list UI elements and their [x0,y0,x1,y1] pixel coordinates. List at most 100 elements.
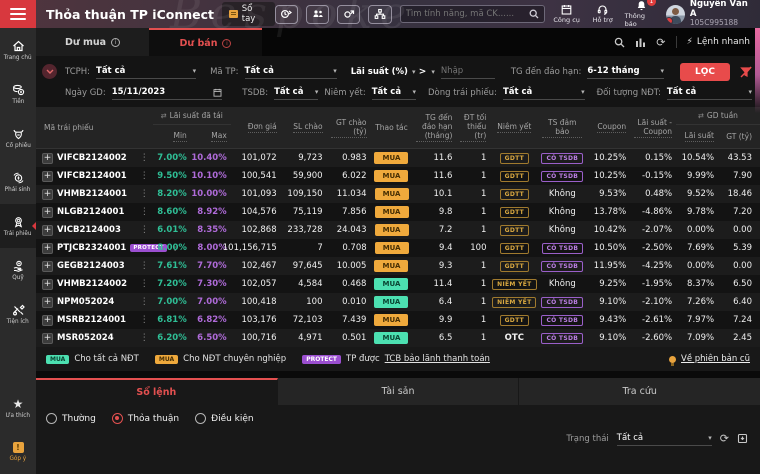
radio-thoa-thuan[interactable]: Thỏa thuận [111,413,179,424]
expand-button[interactable]: + [42,206,53,218]
expand-button[interactable]: + [42,152,53,164]
buy-button[interactable]: MUA [374,152,409,164]
buy-button[interactable]: MUA [374,188,409,200]
clear-filter-icon[interactable] [740,66,752,78]
buy-button[interactable]: MUA [374,332,409,344]
listing-filter-select[interactable]: Tất cả ▾ [371,85,416,100]
search-input[interactable] [405,9,525,19]
table-row[interactable]: + GEGB2124003 ⋮ 7.61% 7.70% 102,467 97,6… [36,257,760,275]
table-row[interactable]: + NLGB2124001 ⋮ 8.60% 8.92% 104,576 75,1… [36,203,760,221]
row-menu-icon[interactable]: ⋮ [140,333,149,343]
refresh-icon[interactable]: ⟳ [656,36,665,49]
expand-button[interactable]: + [42,278,53,290]
row-menu-icon[interactable]: ⋮ [140,189,149,199]
export-icon[interactable] [737,433,748,444]
rate-filter-select[interactable]: Lãi suất (%) ▾ [351,64,416,79]
quick-order-button[interactable]: ⚡ Lệnh nhanh [687,37,750,47]
swap-icon[interactable]: ⇄ [698,112,704,120]
tab-du-ban[interactable]: Dư bán i [149,28,262,56]
row-menu-icon[interactable]: ⋮ [140,207,149,217]
row-menu-icon[interactable]: ⋮ [140,279,149,289]
notebook-badge[interactable]: Sổ tay [222,2,275,26]
user-menu[interactable]: Nguyễn Văn A 105C995188 [665,0,754,28]
global-search[interactable] [399,5,545,23]
investor-filter-select[interactable]: Tất cả ▾ [666,85,752,100]
collateral-filter-select[interactable]: Tất cả ▾ [274,85,319,100]
sidebar-item-favorites[interactable]: ★ Ưa thích [0,386,36,430]
rate-operator-select[interactable]: > ▾ [419,67,435,77]
row-menu-icon[interactable]: ⋮ [140,315,149,325]
bond-line-filter-select[interactable]: Tất cả ▾ [502,85,585,100]
buy-button[interactable]: MUA [374,314,409,326]
old-version-link[interactable]: Về phiên bản cũ [669,354,750,366]
sidebar-item-stocks[interactable]: Cổ phiếu [0,116,36,160]
watch-history-icon[interactable] [274,4,299,24]
sidebar-item-feedback[interactable]: ! Góp ý [0,430,36,474]
sidebar-item-utilities[interactable]: Tiện ích [0,292,36,336]
expand-button[interactable]: + [42,170,53,182]
collapse-filters-button[interactable] [42,64,57,79]
radio-dieu-kien[interactable]: Điều kiện [195,413,254,424]
caret-down-icon: ▾ [314,88,319,96]
buy-button[interactable]: MUA [374,224,409,236]
expand-button[interactable]: + [42,296,53,308]
community-icon[interactable] [306,4,330,24]
expand-button[interactable]: + [42,332,53,344]
row-menu-icon[interactable]: ⋮ [140,261,149,271]
expand-button[interactable]: + [42,242,53,254]
table-row[interactable]: + VHMB2124001 ⋮ 8.20% 10.00% 101,093 109… [36,185,760,203]
buy-button[interactable]: MUA [374,296,409,308]
support-button[interactable]: Hỗ trợ [589,4,617,24]
collateral-badge: CÓ TSDB [541,242,584,254]
row-menu-icon[interactable]: ⋮ [140,171,149,181]
tools-button[interactable]: Công cụ [553,4,581,24]
buy-button[interactable]: MUA [374,242,409,254]
buy-button[interactable]: MUA [374,260,409,272]
table-row[interactable]: + VIFCB2124001 ⋮ 9.50% 10.10% 100,541 59… [36,167,760,185]
table-row[interactable]: + MSR052024 ⋮ 6.20% 6.50% 100,716 4,971 … [36,329,760,347]
expand-button[interactable]: + [42,314,53,326]
expand-button[interactable]: + [42,224,53,236]
row-menu-icon[interactable]: ⋮ [140,225,149,235]
row-menu-icon[interactable]: ⋮ [140,297,149,307]
sidebar-item-home[interactable]: Trang chủ [0,28,36,72]
sidebar-item-derivatives[interactable]: Phái sinh [0,160,36,204]
expand-button[interactable]: + [42,188,53,200]
table-row[interactable]: + NPM052024 ⋮ 7.00% 7.00% 100,418 100 0.… [36,293,760,311]
tab-tra-cuu[interactable]: Tra cứu [519,378,760,405]
column-chart-icon[interactable] [635,37,646,48]
tab-tai-san[interactable]: Tài sản [277,378,520,405]
bond-code: VICB2124003 [57,225,121,235]
notifications-button[interactable]: 1 Thông báo [625,0,658,28]
radio-thuong[interactable]: Thường [46,413,96,424]
swap-icon[interactable]: ⇄ [161,112,167,120]
refresh-icon[interactable]: ⟳ [720,432,729,445]
rate-input[interactable] [440,64,495,79]
issuer-filter-select[interactable]: Tất cả ▾ [96,64,197,79]
sidebar-item-bonds[interactable]: Trái phiếu [0,204,36,248]
row-menu-icon[interactable]: ⋮ [140,153,149,163]
table-row[interactable]: + MSRB2124001 ⋮ 6.81% 6.82% 103,176 72,1… [36,311,760,329]
maturity-filter-select[interactable]: 6-12 tháng ▾ [587,64,664,79]
hierarchy-icon[interactable] [368,4,392,24]
table-row[interactable]: + PTJCB2324001 PROTECT ⋮ 8.00% 8.00% 101… [36,239,760,257]
sidebar-item-money[interactable]: Tiền [0,72,36,116]
hamburger-menu-icon[interactable] [0,0,36,28]
tab-du-mua[interactable]: Dư mua i [36,28,149,56]
money-transfer-icon[interactable] [337,4,361,24]
sidebar-item-funds[interactable]: Quỹ [0,248,36,292]
expand-button[interactable]: + [42,260,53,272]
table-row[interactable]: + VICB2124003 ⋮ 6.01% 8.35% 102,868 233,… [36,221,760,239]
buy-button[interactable]: MUA [374,278,409,290]
buy-button[interactable]: MUA [374,206,409,218]
table-row[interactable]: + VHMB2124002 ⋮ 7.20% 7.30% 102,057 4,58… [36,275,760,293]
table-row[interactable]: + VIFCB2124002 ⋮ 7.00% 10.40% 101,072 9,… [36,149,760,167]
tab-so-lenh[interactable]: Sổ lệnh [36,378,278,405]
status-select[interactable]: Tất cả ▾ [616,431,712,446]
search-icon[interactable] [614,37,625,48]
buy-button[interactable]: MUA [374,170,409,182]
tcb-guarantee-link[interactable]: TCB bảo lãnh thanh toán [385,354,490,364]
trade-date-input[interactable]: 15/11/2023 [111,85,223,100]
bond-code-filter-select[interactable]: Tất cả ▾ [244,64,337,79]
filter-apply-button[interactable]: LỌC [680,62,730,81]
